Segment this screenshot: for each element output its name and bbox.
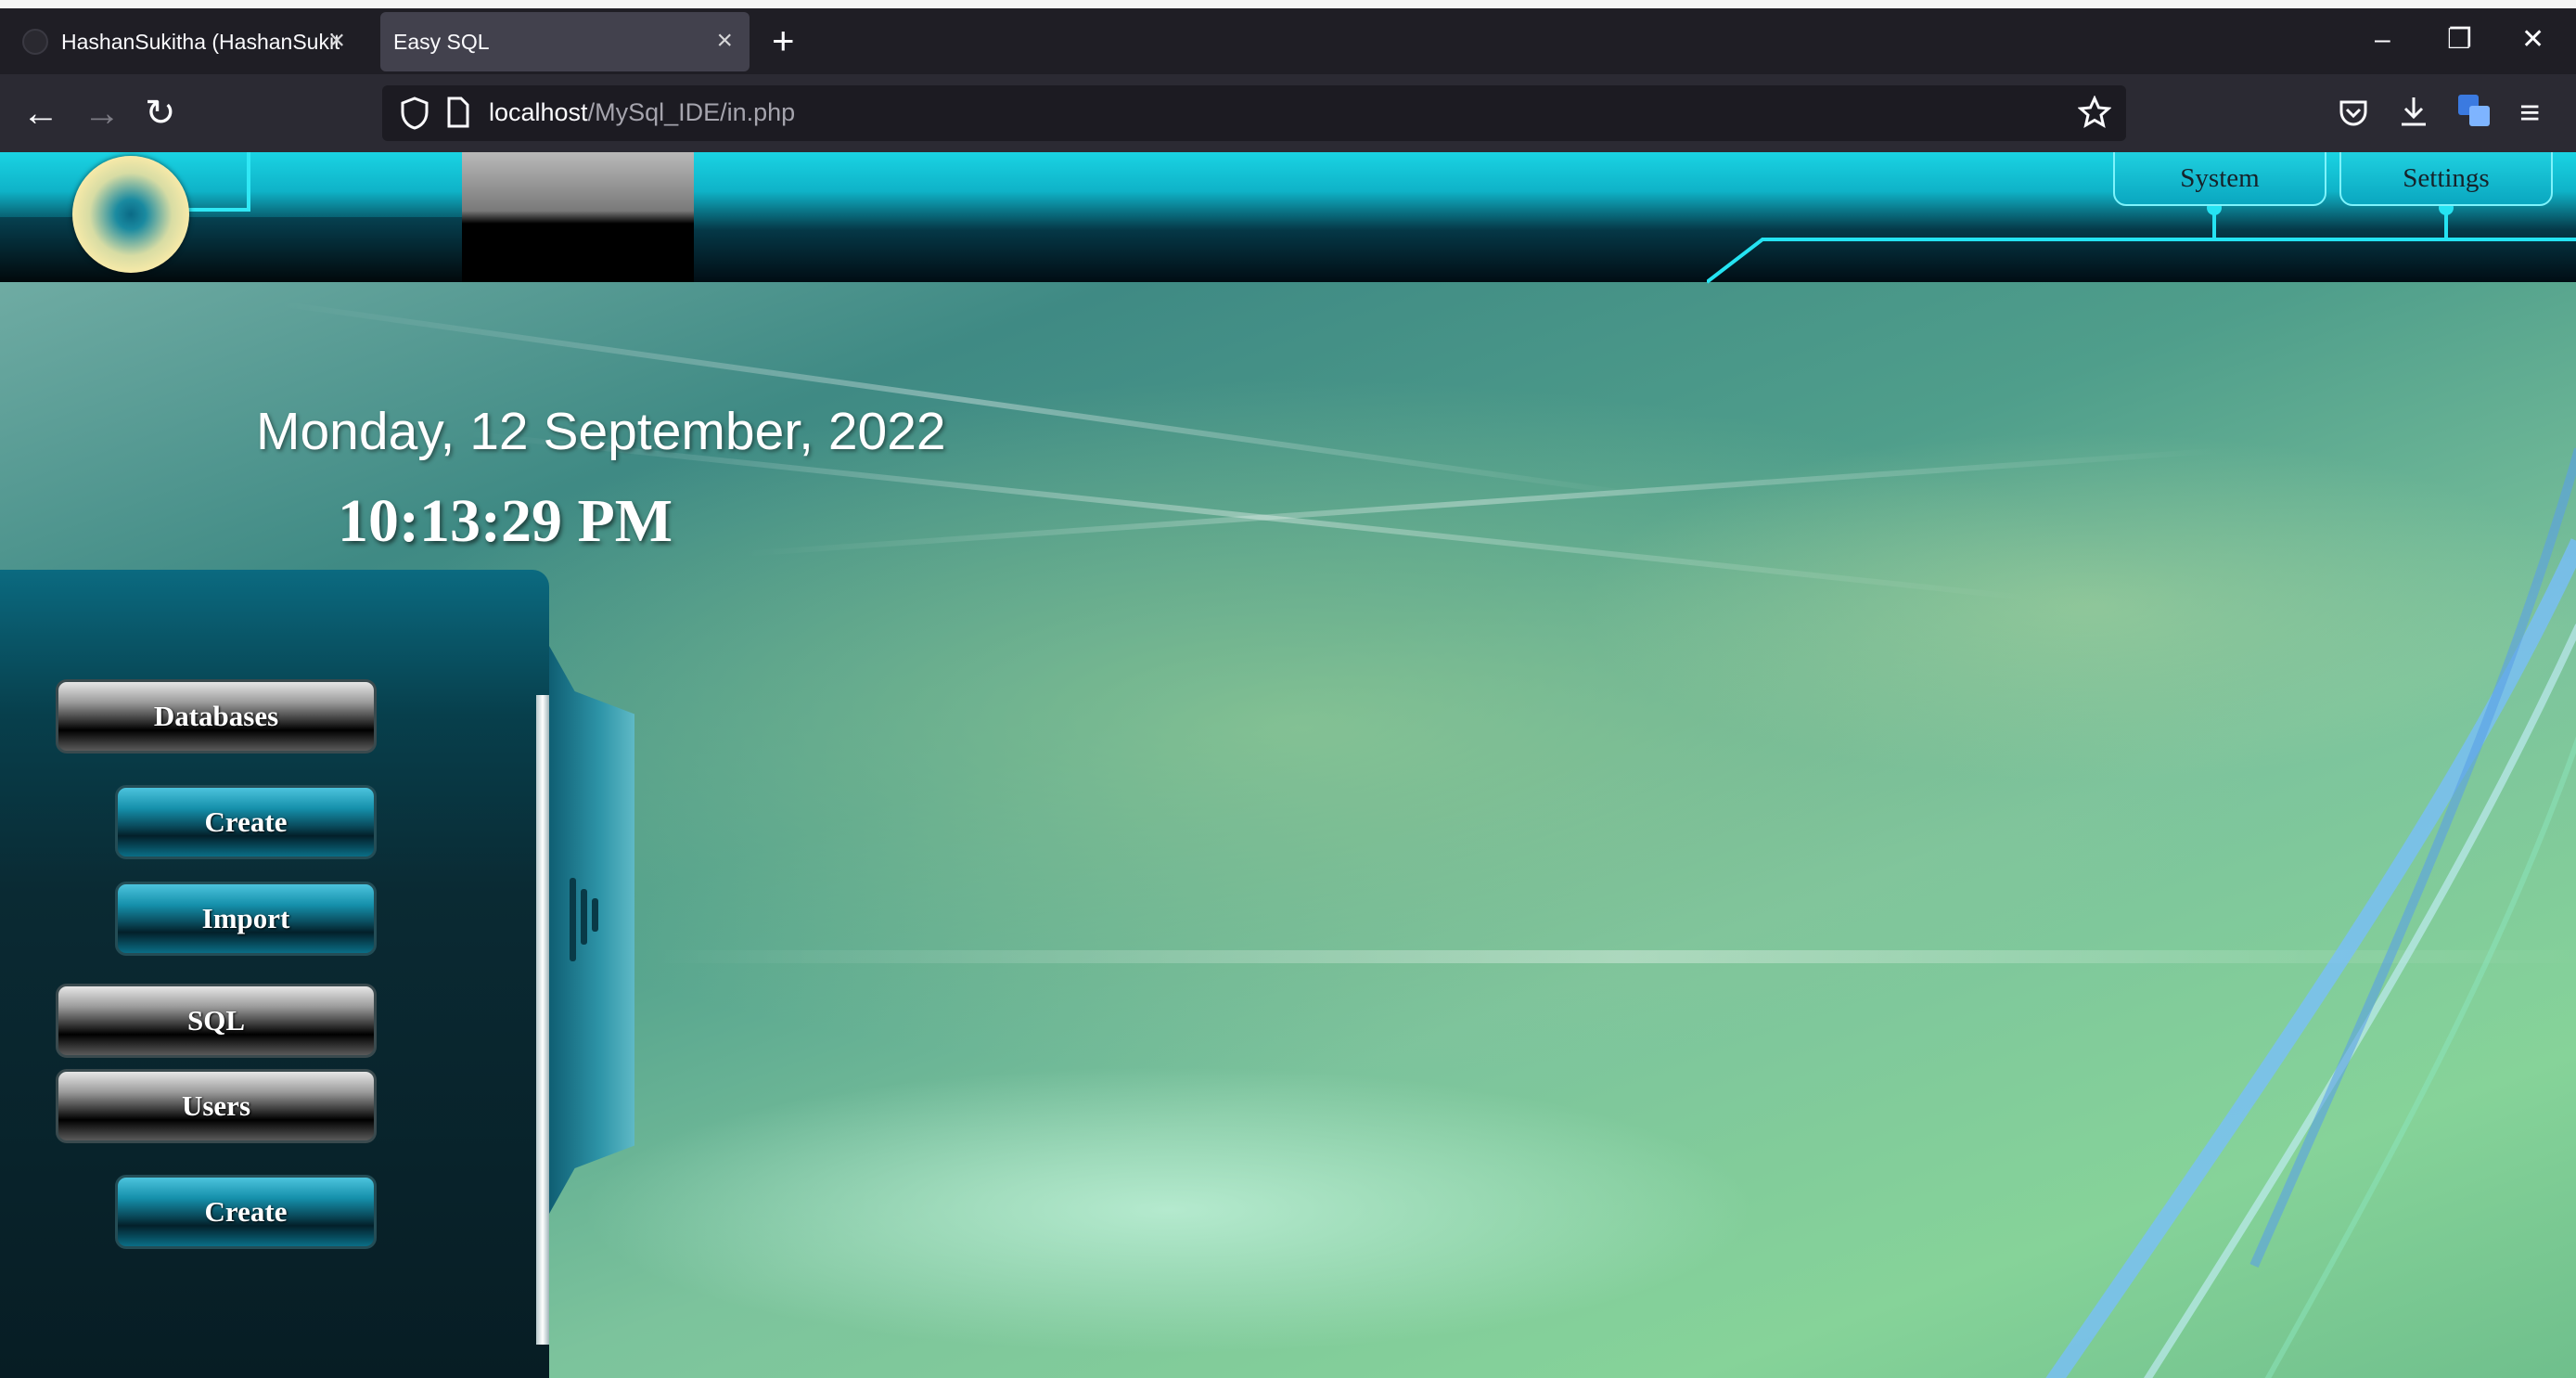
site-logo-icon[interactable] <box>72 156 189 273</box>
forward-arrow-icon[interactable]: → <box>83 95 121 132</box>
sidebar-edge <box>536 695 549 1345</box>
create-user-button[interactable]: Create <box>115 1175 377 1249</box>
window-close-icon[interactable]: ✕ <box>2521 25 2544 55</box>
tab-close-icon[interactable]: × <box>328 25 345 57</box>
browser-nav-bar: ← → ↻ localhost/MySql_IDE/in.php ≡ <box>0 74 2576 152</box>
page-icon <box>447 97 469 128</box>
browser-tab-bar: HashanSukitha (HashanSukitha) × Easy SQL… <box>0 8 2576 74</box>
header-dark-block <box>0 217 462 282</box>
url-bar[interactable]: localhost/MySql_IDE/in.php <box>382 85 2126 141</box>
users-button[interactable]: Users <box>56 1069 377 1143</box>
header-circuit-line <box>1707 200 2576 284</box>
back-arrow-icon[interactable]: ← <box>22 95 59 132</box>
settings-menu-button[interactable]: Settings <box>2339 152 2553 206</box>
tab-github[interactable]: HashanSukitha (HashanSukitha) × <box>9 12 362 71</box>
url-host: localhost <box>489 98 588 126</box>
tab-title: HashanSukitha (HashanSukitha) <box>61 29 340 54</box>
sidebar-toggle-handle[interactable] <box>549 646 634 1214</box>
pocket-icon[interactable] <box>2338 97 2369 128</box>
bookmark-star-icon[interactable] <box>2078 96 2111 129</box>
background-wave-art <box>2045 447 2576 1378</box>
system-menu-button[interactable]: System <box>2113 152 2326 206</box>
github-favicon-icon <box>22 29 48 55</box>
tab-title: Easy SQL <box>393 29 490 54</box>
url-path: /MySql_IDE/in.php <box>587 98 796 126</box>
create-database-button[interactable]: Create <box>115 785 377 859</box>
sql-button[interactable]: SQL <box>56 984 377 1058</box>
restore-icon[interactable]: ❐ <box>2447 25 2472 55</box>
download-icon[interactable] <box>2398 95 2429 128</box>
logo-connector <box>186 208 250 212</box>
import-button[interactable]: Import <box>115 882 377 956</box>
screen-top-strip <box>0 0 2576 8</box>
header-gray-block <box>462 152 694 282</box>
menu-hamburger-icon[interactable]: ≡ <box>2519 95 2540 132</box>
logo-connector <box>247 152 250 212</box>
url-text: localhost/MySql_IDE/in.php <box>489 98 795 127</box>
current-date: Monday, 12 September, 2022 <box>256 402 946 461</box>
tab-easy-sql[interactable]: Easy SQL × <box>380 12 750 71</box>
reload-icon[interactable]: ↻ <box>145 95 176 132</box>
tab-close-icon[interactable]: × <box>716 25 733 57</box>
minimize-icon[interactable]: – <box>2375 25 2390 55</box>
current-time: 10:13:29 PM <box>338 487 673 555</box>
databases-button[interactable]: Databases <box>56 679 377 753</box>
translate-icon[interactable] <box>2458 95 2490 126</box>
shield-icon[interactable] <box>399 96 430 131</box>
easy-sql-page: System Settings Monday, 12 September, 20… <box>0 152 2576 1378</box>
new-tab-plus-icon[interactable]: + <box>772 21 795 60</box>
